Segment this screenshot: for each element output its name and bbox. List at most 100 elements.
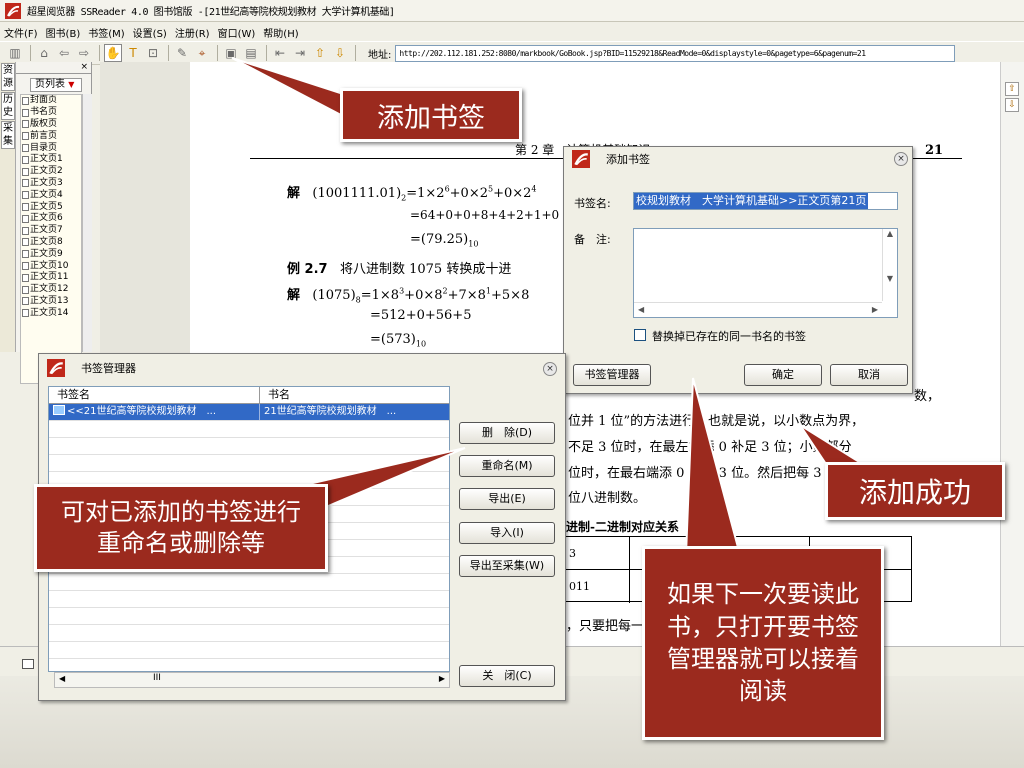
page-list-scrollbar[interactable] (82, 94, 92, 352)
scroll-right-icon[interactable]: ▶ (439, 674, 445, 683)
page-list-item-label: 正文页8 (30, 236, 63, 247)
import-button[interactable]: 导入(I) (459, 522, 555, 544)
close-icon[interactable]: × (543, 362, 557, 376)
dialog-title: 添加书签 (606, 153, 650, 166)
menu-register[interactable]: 注册(R) (175, 25, 210, 40)
table-row[interactable]: <<21世纪高等院校规划教材 ... 21世纪高等院校规划教材 ... (49, 404, 449, 421)
note-hscroll[interactable]: ◀ ▶ (634, 302, 882, 317)
scroll-right-icon[interactable]: ▶ (872, 305, 878, 315)
export-to-collect-button[interactable]: 导出至采集(W) (459, 555, 555, 577)
panel-toggle-icon[interactable]: ▥ (6, 44, 24, 62)
page-list-tab[interactable]: 页列表 ▼ (30, 78, 82, 92)
callout-rename: 可对已添加的书签进行重命名或删除等 (34, 484, 328, 572)
page-list-item-label: 正文页7 (30, 225, 63, 236)
page-list-item[interactable]: 版权页 (21, 119, 81, 131)
page-icon (22, 132, 29, 141)
page-list-item-label: 正文页10 (30, 260, 69, 271)
note-icon[interactable]: ✎ (173, 44, 191, 62)
text-line: 位并 1 位”的方法进行。也就是说，以小数点为界， (568, 414, 865, 429)
page-list-item[interactable]: 正文页3 (21, 178, 81, 190)
delete-button[interactable]: 删 除(D) (459, 422, 555, 444)
ok-button[interactable]: 确定 (744, 364, 822, 386)
forward-icon[interactable]: ⇨ (75, 44, 93, 62)
page-list-item[interactable]: 正文页7 (21, 225, 81, 237)
page-list-item[interactable]: 正文页10 (21, 260, 81, 272)
page-list-item[interactable]: 书名页 (21, 107, 81, 119)
page-list-item[interactable]: 正文页5 (21, 201, 81, 213)
close-icon[interactable]: × (894, 152, 908, 166)
toolbar-separator (266, 45, 267, 61)
page-list-item-label: 正文页2 (30, 166, 63, 177)
math-expr: +0×8 (404, 288, 443, 303)
replace-checkbox[interactable] (634, 329, 646, 341)
status-icon (22, 659, 34, 669)
table-cell: 3 (569, 547, 576, 560)
book-name-cell: 21世纪高等院校规划教材 ... (263, 406, 397, 417)
page-down-icon[interactable]: ⇩ (331, 44, 349, 62)
side-tab-resource[interactable]: 资源 (1, 63, 15, 91)
menu-window[interactable]: 窗口(W) (218, 25, 256, 40)
column-header-book-name[interactable]: 书名 (260, 387, 449, 403)
math-expr: (1075) (312, 288, 356, 303)
note-vscroll[interactable]: ▲ ▼ (882, 229, 897, 301)
side-tab-history[interactable]: 历史 (1, 92, 15, 120)
toolbar-separator (355, 45, 356, 61)
table-caption: 进制-二进制对应关系 (566, 520, 679, 534)
bookmark-name-value: 校规划教材 大学计算机基础>>正文页第21页 (634, 193, 869, 209)
menu-bookmark[interactable]: 书签(M) (88, 25, 124, 40)
add-bookmark-icon[interactable]: ⌖ (193, 44, 211, 62)
side-tab-collect[interactable]: 采集 (1, 121, 15, 149)
page-up-icon[interactable]: ⇧ (311, 44, 329, 62)
rename-button[interactable]: 重命名(M) (459, 455, 555, 477)
solve-label: 解 (287, 186, 301, 201)
page-list-item[interactable]: 正文页2 (21, 166, 81, 178)
page-list-item[interactable]: 正文页6 (21, 213, 81, 225)
table-row-empty (49, 642, 449, 659)
text-select-icon[interactable]: T (124, 44, 142, 62)
page-list-item[interactable]: 正文页8 (21, 237, 81, 249)
scroll-down-icon[interactable]: ⇩ (1005, 98, 1019, 112)
address-label: 地址: (368, 49, 392, 61)
column-header-bookmark-name[interactable]: 书签名 (49, 387, 260, 403)
page-list-item[interactable]: 前言页 (21, 130, 81, 142)
last-page-icon[interactable]: ⇥ (291, 44, 309, 62)
bookmark-table-hscroll[interactable]: ◀ III ▶ (54, 672, 450, 688)
math-expr: (1001111.01) (312, 186, 402, 201)
home-icon[interactable]: ⌂ (35, 44, 53, 62)
left-side-tabs: 资源 历史 采集 (0, 62, 16, 352)
first-page-icon[interactable]: ⇤ (271, 44, 289, 62)
cancel-button[interactable]: 取消 (830, 364, 908, 386)
scroll-left-icon[interactable]: ◀ (59, 674, 65, 683)
menu-help[interactable]: 帮助(H) (263, 25, 298, 40)
menu-settings[interactable]: 设置(S) (133, 25, 167, 40)
hand-tool-icon[interactable]: ✋ (104, 44, 122, 62)
scroll-up-icon[interactable]: ⇧ (1005, 82, 1019, 96)
page-list-item[interactable]: 目录页 (21, 142, 81, 154)
back-icon[interactable]: ⇦ (55, 44, 73, 62)
page-list-item[interactable]: 正文页13 (21, 296, 81, 308)
page-list-item[interactable]: 正文页1 (21, 154, 81, 166)
scroll-left-icon[interactable]: ◀ (638, 305, 644, 315)
app-logo-icon (572, 150, 590, 168)
page-list-item[interactable]: 封面页 (21, 95, 81, 107)
region-select-icon[interactable]: ⊡ (144, 44, 162, 62)
page-list-item[interactable]: 正文页11 (21, 272, 81, 284)
address-field[interactable]: http://202.112.181.252:8080/markbook/GoB… (395, 44, 956, 62)
bookmark-manager-button[interactable]: 书签管理器 (573, 364, 651, 386)
page-list: 封面页 书名页 版权页 前言页 目录页 正文页1 正文页2 正文页3 正文页4 正文页5 正文页6 正… (20, 94, 82, 384)
page-list-item[interactable]: 正文页4 (21, 189, 81, 201)
bookmark-name-field[interactable]: 校规划教材 大学计算机基础>>正文页第21页 (633, 192, 898, 210)
fit-page-icon[interactable]: ▣ (222, 44, 240, 62)
note-field[interactable]: ▲ ▼ ◀ ▶ (633, 228, 898, 318)
page-list-item[interactable]: 正文页14 (21, 307, 81, 319)
fit-width-icon[interactable]: ▤ (242, 44, 260, 62)
title-bar: 超星阅览器 SSReader 4.0 图书馆版 -[21世纪高等院校规划教材 大… (0, 0, 1024, 22)
close-button[interactable]: 关 闭(C) (459, 665, 555, 687)
menu-book[interactable]: 图书(B) (46, 25, 81, 40)
page-icon (22, 179, 29, 188)
page-list-item[interactable]: 正文页9 (21, 248, 81, 260)
page-list-item[interactable]: 正文页12 (21, 284, 81, 296)
export-button[interactable]: 导出(E) (459, 488, 555, 510)
panel-close-icon[interactable]: × (16, 62, 91, 74)
menu-file[interactable]: 文件(F) (4, 25, 38, 40)
